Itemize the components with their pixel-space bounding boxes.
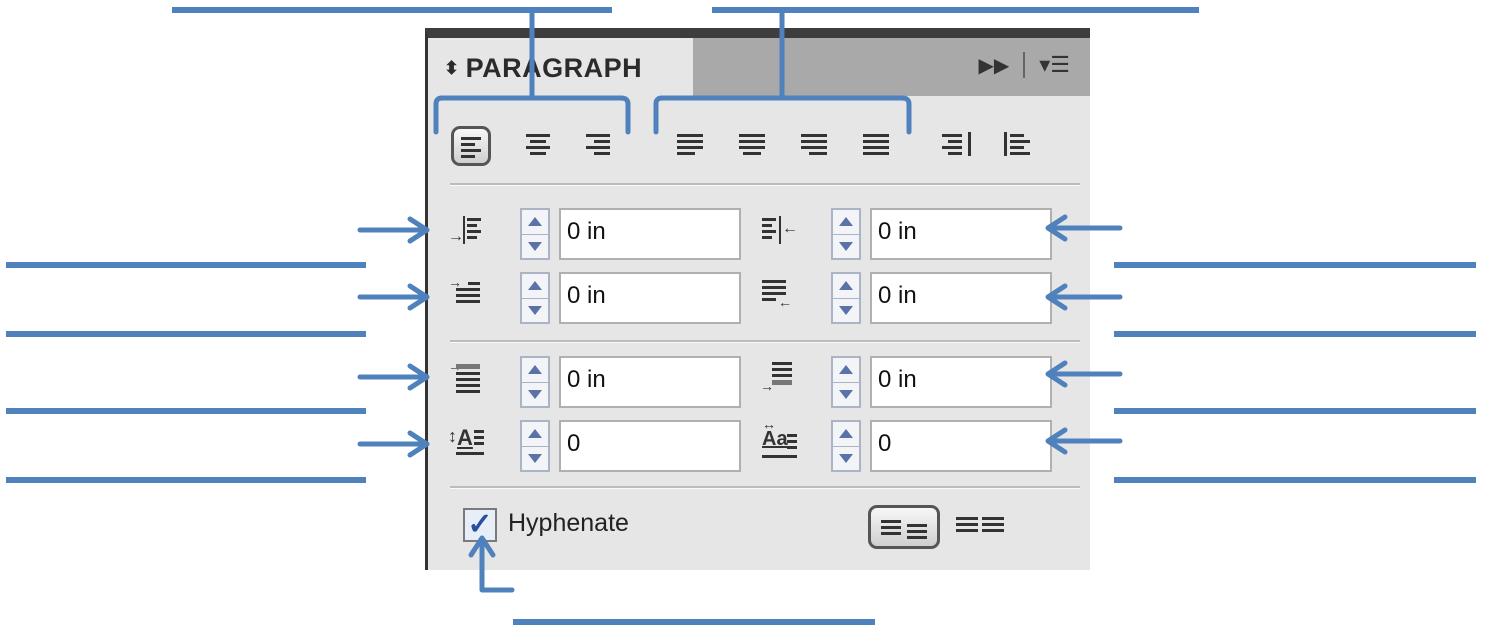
- annotation-overlay: [357, 7, 1123, 593]
- bracket-justify-group: [653, 95, 912, 135]
- bracket-left-group: [433, 95, 631, 135]
